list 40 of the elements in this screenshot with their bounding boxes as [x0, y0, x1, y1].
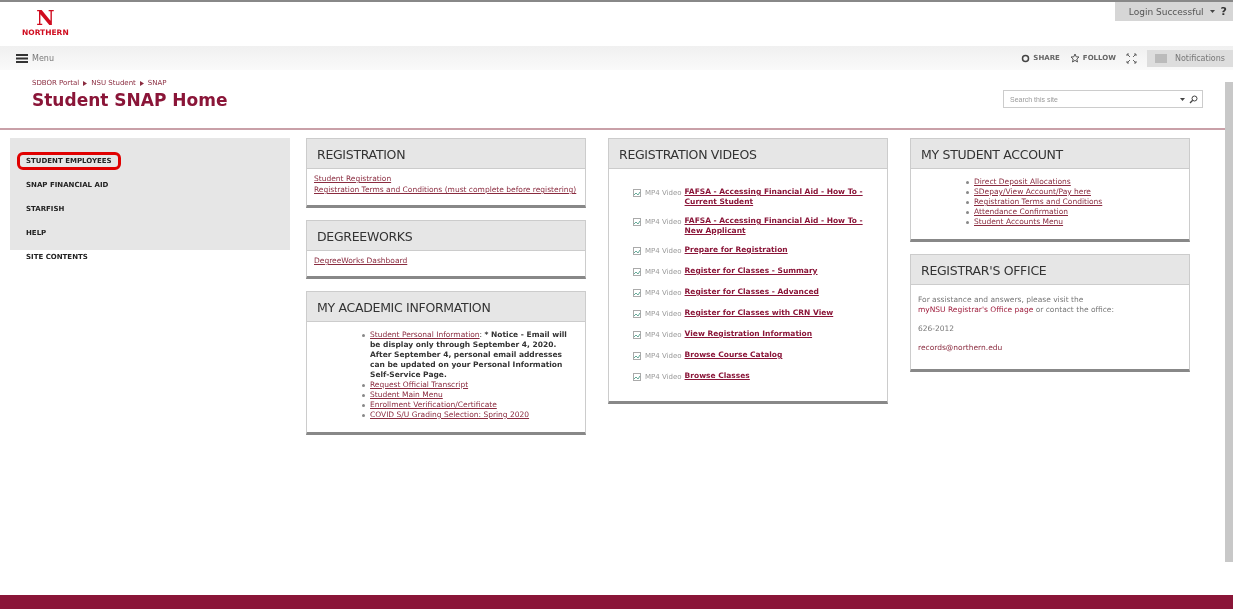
- broken-image-icon: [633, 218, 641, 226]
- broken-image-icon: [633, 310, 641, 318]
- broken-image-icon: [633, 247, 641, 255]
- card-title: REGISTRAR'S OFFICE: [911, 255, 1189, 285]
- help-button[interactable]: ?: [1220, 5, 1227, 18]
- bullet-icon: [966, 191, 969, 194]
- bullet-icon: [362, 334, 365, 337]
- star-icon[interactable]: [1069, 53, 1080, 63]
- bullet-icon: [966, 201, 969, 204]
- search-icon[interactable]: [1189, 94, 1198, 104]
- bullet-icon: [362, 404, 365, 407]
- card-title: REGISTRATION VIDEOS: [609, 139, 887, 169]
- menu-button[interactable]: Menu: [16, 53, 54, 63]
- breadcrumb-arrow-icon: [139, 80, 144, 86]
- bullet-icon: [966, 221, 969, 224]
- circle-icon[interactable]: [1021, 53, 1031, 63]
- focus-icon[interactable]: [1125, 52, 1137, 64]
- broken-image-icon: [633, 268, 641, 276]
- broken-image-icon: [633, 289, 641, 297]
- bullet-icon: [966, 211, 969, 214]
- caret-icon[interactable]: [1209, 9, 1215, 14]
- caret-icon[interactable]: [1180, 96, 1185, 102]
- card-title: MY ACADEMIC INFORMATION: [307, 292, 585, 322]
- bullet-icon: [362, 394, 365, 397]
- card-title: MY STUDENT ACCOUNT: [911, 139, 1189, 169]
- notifications-button[interactable]: Notifications: [1146, 49, 1233, 67]
- login-status[interactable]: Login Successful: [1128, 6, 1204, 17]
- menu-icon[interactable]: [16, 53, 28, 63]
- breadcrumb-arrow-icon: [83, 80, 88, 86]
- bullet-icon: [966, 181, 969, 184]
- broken-image-icon: [633, 373, 641, 381]
- card-title: DEGREEWORKS: [307, 221, 585, 251]
- bullet-icon: [362, 384, 365, 387]
- card-title: REGISTRATION: [307, 139, 585, 169]
- broken-image-icon: [633, 189, 641, 197]
- broken-image-icon: [633, 352, 641, 360]
- bullet-icon: [362, 414, 365, 417]
- broken-image-icon: [633, 331, 641, 339]
- scrollbar[interactable]: [1225, 82, 1233, 562]
- page-title: Student SNAP Home: [32, 90, 228, 110]
